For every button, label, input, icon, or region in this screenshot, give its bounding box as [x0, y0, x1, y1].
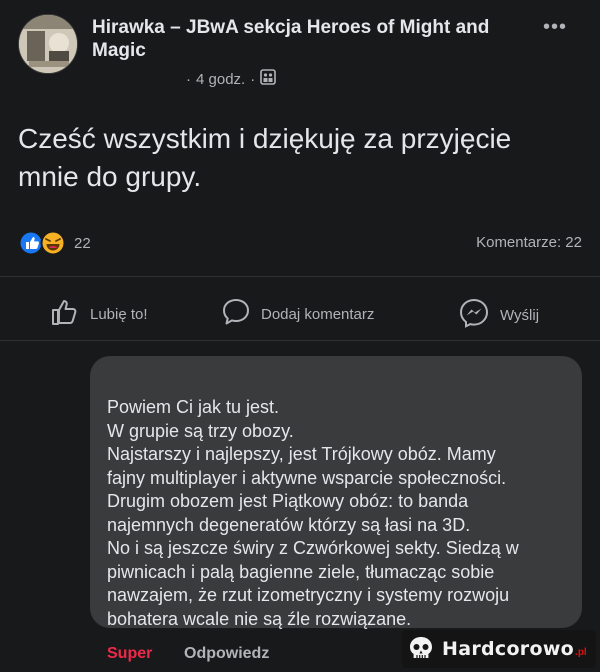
comment-label: Dodaj komentarz: [261, 305, 375, 323]
comment-line: najemnych degeneratów którzy są łasi na …: [107, 514, 471, 535]
reaction-icons: [18, 230, 66, 256]
comment-line: Powiem Ci jak tu jest.: [107, 397, 280, 417]
group-avatar[interactable]: [18, 14, 78, 74]
group-members-icon: [260, 69, 277, 89]
haha-reaction-icon: [40, 230, 66, 256]
comment-line: No i są jeszcze świry z Czwórkowej sekty…: [107, 538, 519, 558]
hardcorowo-watermark: Hardcorowo .pl: [402, 630, 596, 668]
comments-count[interactable]: Komentarze: 22: [476, 234, 582, 251]
comment-line: bohatera wcale nie są źle rozwiązane.: [107, 608, 412, 629]
like-button[interactable]: Lubię to!: [50, 297, 148, 331]
comment-line: piwnicach i palą bagienne ziele, tłumacz…: [107, 561, 495, 582]
watermark-text: Hardcorowo: [442, 638, 575, 660]
comment-bubble-icon: [221, 297, 251, 331]
group-name[interactable]: Hirawka – JBwA sekcja Heroes of Might an…: [92, 16, 512, 62]
send-label: Wyślij: [500, 306, 540, 324]
divider: [0, 276, 600, 277]
group-avatar-image: [19, 15, 77, 73]
skull-icon: [410, 637, 432, 658]
comment-button[interactable]: Dodaj komentarz: [221, 297, 374, 331]
like-label: Lubię to!: [90, 305, 148, 323]
comment-line: Drugim obozem jest Piątkowy obóz: to ban…: [107, 491, 469, 511]
thumbs-up-icon: [50, 297, 80, 331]
watermark-suffix: .pl: [575, 646, 587, 658]
separator-dot: ·: [250, 70, 256, 88]
like-reaction-icon: [18, 230, 44, 256]
comment-line: W grupie są trzy obozy.: [107, 420, 294, 441]
comment-line: Najstarszy i najlepszy, jest Trójkowy ob…: [107, 444, 496, 464]
comment-line: nawzajem, że rzut izometryczny i systemy…: [107, 585, 510, 605]
reaction-count: 22: [74, 234, 91, 252]
post-text: Cześć wszystkim i dziękuję za przyjęcie …: [18, 123, 512, 192]
post-meta: · 4 godz. ·: [186, 69, 277, 89]
separator-dot: ·: [186, 70, 191, 88]
reply-button[interactable]: Odpowiedz: [184, 645, 269, 663]
comment-text: Powiem Ci jak tu jest. W grupie są trzy …: [107, 396, 577, 631]
reaction-summary[interactable]: 22: [18, 230, 91, 256]
send-button[interactable]: Wyślij: [458, 297, 539, 333]
super-reaction-button[interactable]: Super: [107, 645, 152, 663]
comment-line: fajny multiplayer i aktywne wsparcie spo…: [107, 467, 507, 488]
more-options-icon[interactable]: •••: [543, 16, 567, 39]
messenger-icon: [458, 297, 490, 333]
divider: [0, 340, 600, 341]
post-time[interactable]: 4 godz.: [196, 71, 245, 88]
